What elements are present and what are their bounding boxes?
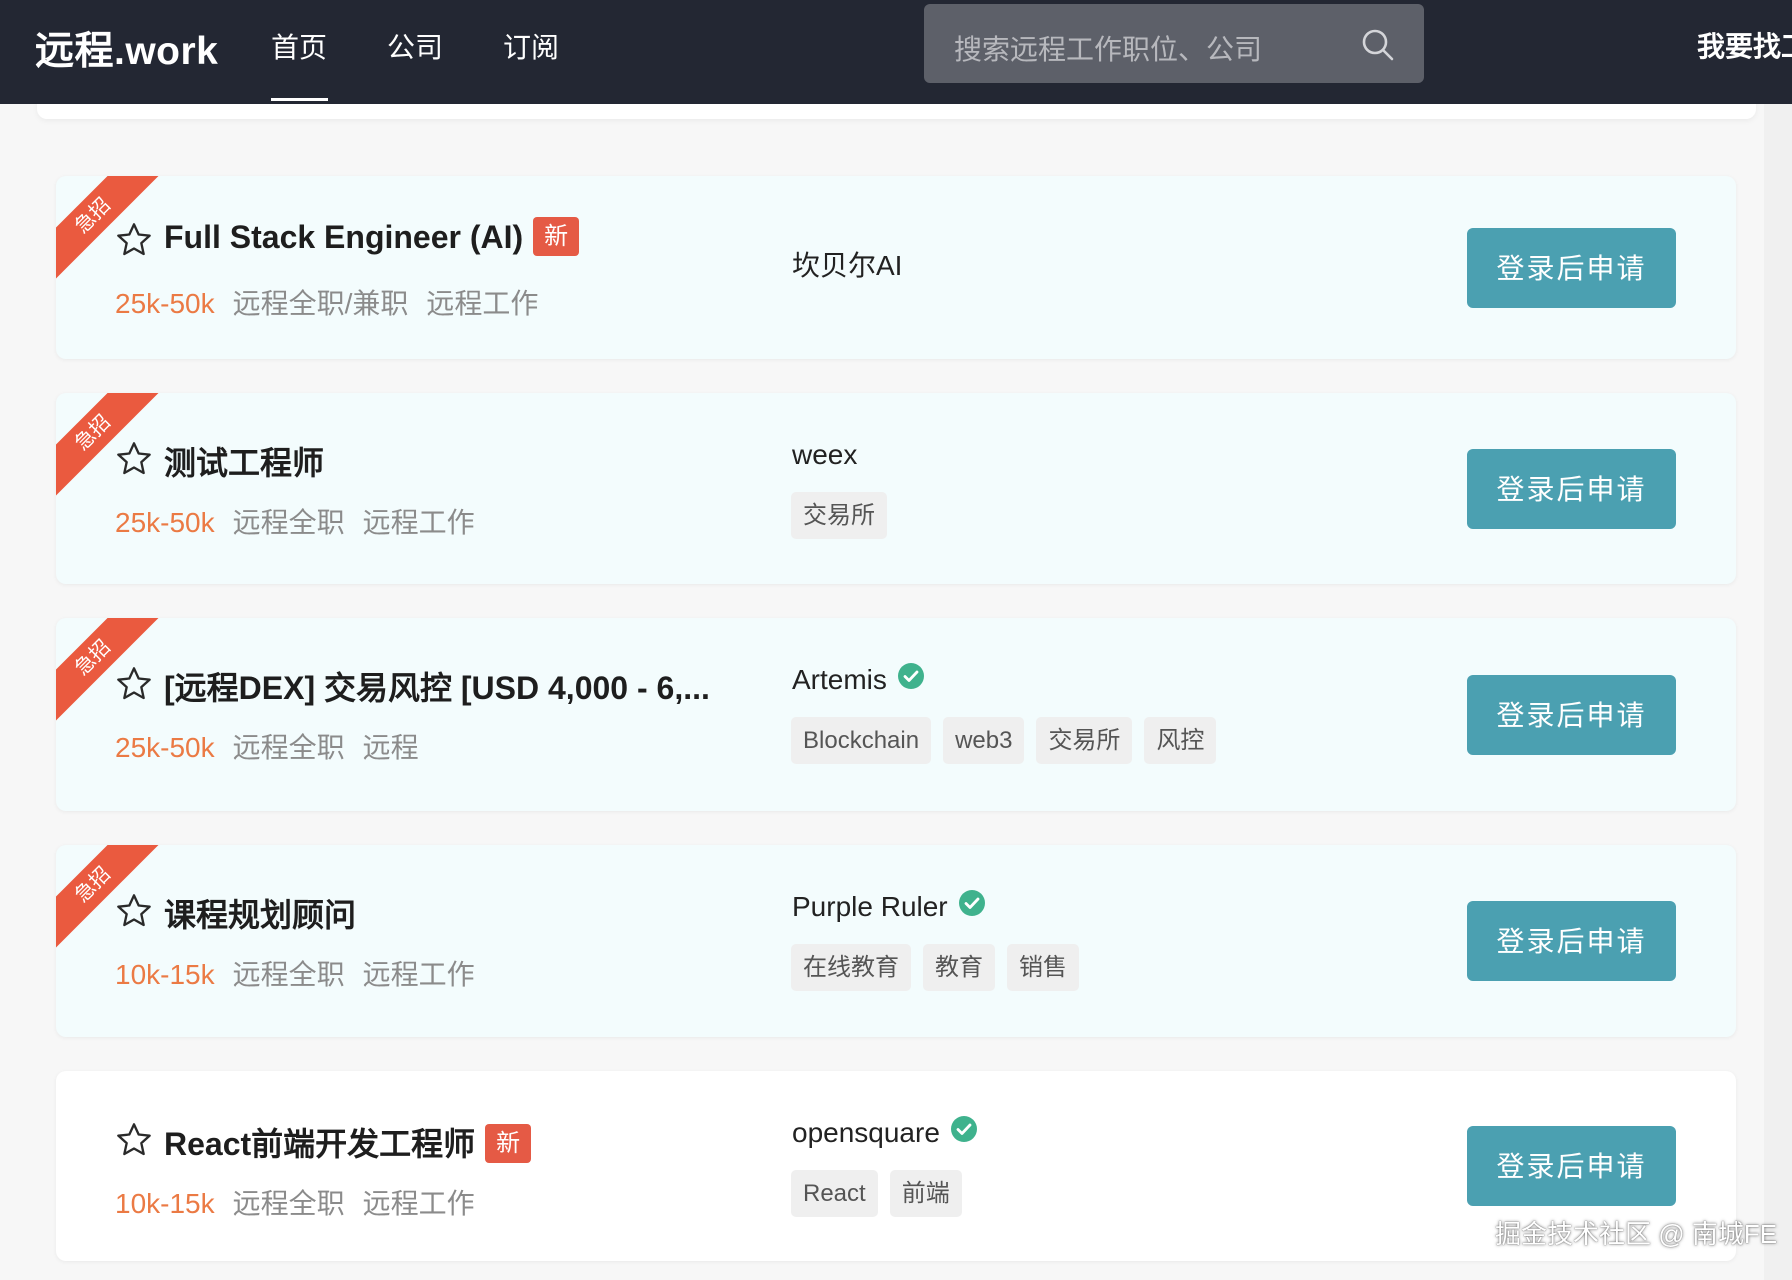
company-tags: Blockchain web3 交易所 风控 [791,717,1228,764]
employment-type: 远程全职 [232,959,345,990]
company-tag: Blockchain [791,717,932,764]
favorite-star-icon[interactable] [114,1120,154,1165]
job-card[interactable]: 急招 [远程DEX] 交易风控 [USD 4,000 - 6,... 25k-50k… [56,618,1736,811]
company-name[interactable]: Artemis [792,662,925,699]
job-title[interactable]: 课程规划顾问 [164,890,356,936]
job-title-text[interactable]: [远程DEX] 交易风控 [USD 4,000 - 6,... [164,670,710,706]
nav-active-indicator [271,98,328,101]
company-name-text[interactable]: Purple Ruler [792,891,948,922]
job-title-text[interactable]: 课程规划顾问 [164,897,356,933]
job-card[interactable]: 急招 Full Stack Engineer (AI) 新 25k-50k 远程全职/兼… [56,176,1736,359]
job-title[interactable]: [远程DEX] 交易风控 [USD 4,000 - 6,... [164,663,710,709]
search-input[interactable]: 搜索远程工作职位、公司 [924,4,1424,83]
verified-check-icon [897,662,925,697]
new-badge: 新 [533,217,580,257]
favorite-star-icon[interactable] [114,664,154,709]
nav-companies[interactable]: 公司 [387,26,443,66]
favorite-star-icon[interactable] [114,891,154,936]
job-title-text[interactable]: Full Stack Engineer (AI) [164,219,523,255]
job-title-text[interactable]: 测试工程师 [164,445,324,481]
job-card[interactable]: 急招 课程规划顾问 10k-15k 远程全职 远程工作 Purple Ruler 在线教育教… [56,845,1736,1037]
verified-check-icon [950,1115,978,1150]
company-tag: 交易所 [1036,717,1133,764]
verified-check-icon [958,889,986,924]
apply-button[interactable]: 登录后申请 [1467,228,1676,308]
company-tag: 前端 [889,1170,962,1217]
find-job-link[interactable]: 我要找工作 [1697,25,1792,65]
top-navbar: 远程.work 首页 公司 订阅 搜索远程工作职位、公司 我要找工作 [0,0,1792,104]
search-placeholder: 搜索远程工作职位、公司 [954,34,1263,65]
apply-button[interactable]: 登录后申请 [1467,449,1676,529]
favorite-star-icon[interactable] [114,439,154,484]
company-name[interactable]: 坎贝尔AI [792,244,902,284]
salary: 25k-50k [115,507,215,538]
company-name-text[interactable]: 坎贝尔AI [792,250,902,281]
job-meta: 25k-50k 远程全职 远程工作 [115,501,493,541]
work-mode: 远程工作 [362,959,475,990]
salary: 25k-50k [115,732,215,763]
employment-type: 远程全职/兼职 [232,288,409,319]
company-name[interactable]: opensquare [792,1115,978,1152]
job-title-text[interactable]: React前端开发工程师 [164,1126,475,1162]
work-mode: 远程工作 [426,288,539,319]
favorite-star-icon[interactable] [114,220,154,265]
job-card[interactable]: React前端开发工程师新 10k-15k 远程全职 远程工作 opensquare Re… [56,1071,1736,1261]
search-icon[interactable] [1361,28,1395,67]
company-tag: 教育 [923,944,995,991]
site-logo[interactable]: 远程.work [35,20,218,76]
salary: 10k-15k [115,959,215,990]
job-meta: 25k-50k 远程全职/兼职 远程工作 [115,282,556,322]
company-tag: web3 [943,717,1025,764]
company-name[interactable]: Purple Ruler [792,889,986,926]
company-tag: React [791,1170,878,1217]
work-mode: 远程 [362,732,419,763]
nav-subscribe[interactable]: 订阅 [503,26,559,66]
job-card[interactable]: 急招 测试工程师 25k-50k 远程全职 远程工作 weex 交易所 登录后申请 [56,393,1736,584]
company-tag: 在线教育 [791,944,911,991]
watermark: 掘金技术社区 @ 南城FE [1495,1219,1778,1249]
company-tag: 销售 [1007,944,1079,991]
company-name-text[interactable]: weex [792,439,857,470]
company-tags: 交易所 [791,492,899,539]
job-title[interactable]: 测试工程师 [164,438,324,484]
company-tags: React 前端 [791,1170,974,1217]
new-badge: 新 [485,1124,532,1164]
job-title[interactable]: React前端开发工程师新 [164,1119,532,1166]
job-meta: 10k-15k 远程全职 远程工作 [115,1182,493,1222]
employment-type: 远程全职 [232,732,345,763]
company-name-text[interactable]: Artemis [792,664,887,695]
company-name-text[interactable]: opensquare [792,1117,940,1148]
job-title[interactable]: Full Stack Engineer (AI) 新 [164,217,580,259]
company-tag: 风控 [1144,717,1217,764]
apply-button[interactable]: 登录后申请 [1467,1126,1676,1206]
company-tag: 交易所 [791,492,887,539]
nav-home[interactable]: 首页 [271,26,327,66]
company-tags: 在线教育 教育 销售 [791,944,1091,991]
work-mode: 远程工作 [362,1188,475,1219]
salary: 10k-15k [115,1188,215,1219]
apply-button[interactable]: 登录后申请 [1467,901,1676,981]
employment-type: 远程全职 [232,507,345,538]
job-meta: 25k-50k 远程全职 远程 [115,726,437,766]
salary: 25k-50k [115,288,215,319]
company-name[interactable]: weex [792,439,857,471]
apply-button[interactable]: 登录后申请 [1467,675,1676,755]
job-meta: 10k-15k 远程全职 远程工作 [115,953,493,993]
employment-type: 远程全职 [232,1188,345,1219]
work-mode: 远程工作 [362,507,475,538]
right-page-edge [1764,104,1792,1280]
